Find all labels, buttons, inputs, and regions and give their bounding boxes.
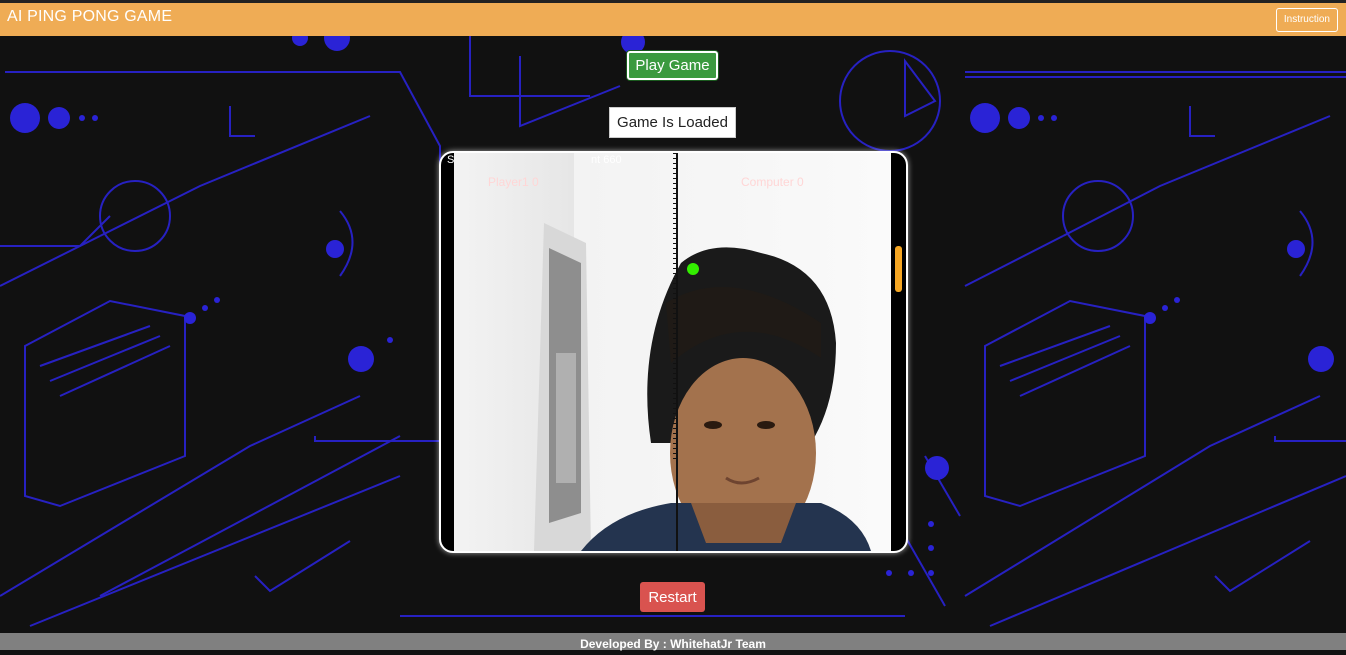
computer-paddle: [895, 246, 902, 292]
right-boundary-bar: [891, 153, 906, 551]
footer-credit-text: Developed By : WhitehatJr Team: [580, 637, 766, 651]
game-status-box: Game Is Loaded: [609, 107, 736, 138]
ball: [687, 263, 699, 275]
restart-button[interactable]: Restart: [640, 582, 705, 612]
top-navbar: AI PING PONG GAME Instruction: [0, 0, 1346, 36]
computer-score-text: Computer 0: [741, 175, 804, 189]
footer: Developed By : WhitehatJr Team: [0, 633, 1346, 651]
player-score-text: Player1 0: [488, 175, 539, 189]
game-canvas[interactable]: S nt 660 Player1 0 Computer 0: [441, 153, 906, 551]
webcam-feed-image: [454, 153, 891, 551]
top-overlay-left-text: S: [447, 154, 454, 166]
left-boundary-bar: [441, 153, 454, 551]
game-canvas-frame[interactable]: S nt 660 Player1 0 Computer 0: [439, 151, 908, 553]
app-title: AI PING PONG GAME: [7, 8, 173, 25]
instruction-button[interactable]: Instruction: [1275, 8, 1338, 32]
play-game-button[interactable]: Play Game: [627, 51, 718, 80]
top-overlay-right-text: nt 660: [591, 154, 622, 166]
